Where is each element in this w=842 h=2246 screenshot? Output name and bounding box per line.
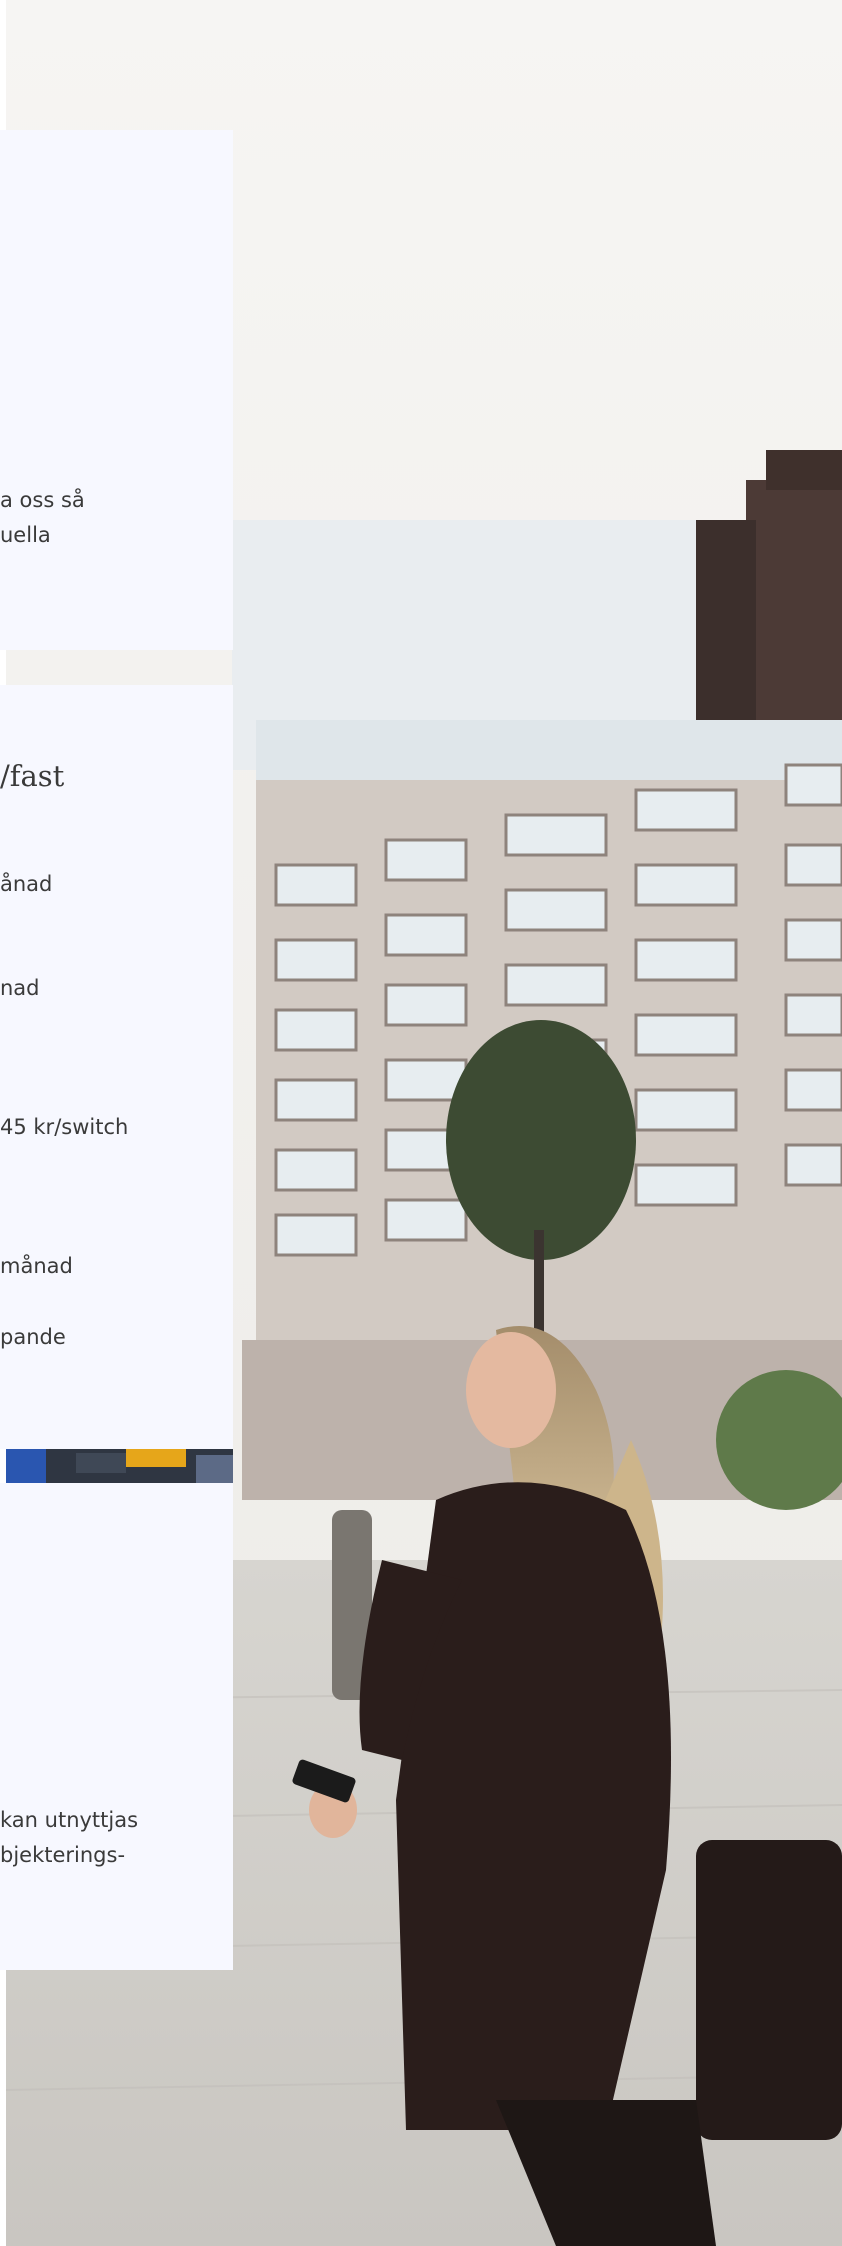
info-card-1: a oss så uella	[0, 130, 233, 650]
card-2-line-5: pande	[0, 1325, 66, 1349]
card-2-line-2: nad	[0, 976, 40, 1000]
card-3-line-2: bjekterings-	[0, 1843, 126, 1867]
photo-strip	[6, 1449, 233, 1483]
info-card-3: kan utnyttjas bjekterings-	[0, 1483, 233, 1970]
card-1-line-2: uella	[0, 523, 51, 547]
card-2-line-4: månad	[0, 1254, 73, 1278]
card-2-heading: /fast	[0, 759, 65, 793]
card-1-line-1: a oss så	[0, 488, 85, 512]
card-2-line-1: ånad	[0, 872, 53, 896]
card-3-line-1: kan utnyttjas	[0, 1808, 139, 1832]
card-2-line-3: 45 kr/switch	[0, 1115, 129, 1139]
info-card-2: /fast ånad nad 45 kr/switch månad pande	[0, 685, 233, 1449]
